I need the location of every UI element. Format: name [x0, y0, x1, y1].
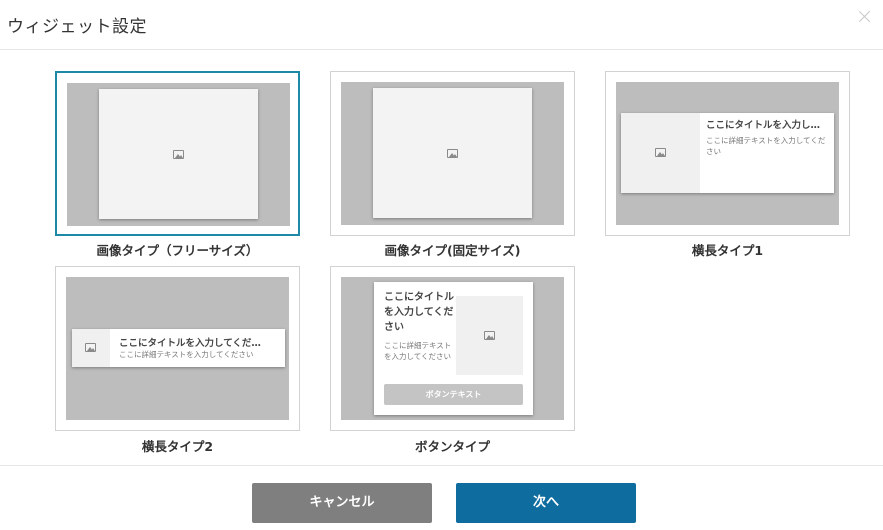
next-button[interactable]: 次へ [456, 483, 636, 523]
preview-thumbnail [621, 113, 700, 193]
preview-description: ここに詳細テキストを入力してください [384, 341, 452, 361]
preview-thumbnail [456, 296, 523, 375]
dialog-header: ウィジェット設定 [0, 0, 883, 50]
cancel-button[interactable]: キャンセル [252, 483, 432, 523]
preview-thumbnail [72, 329, 110, 367]
preview-title: ここにタイトルを入力し… [706, 120, 821, 131]
widget-option-horizontal-1[interactable]: ここにタイトルを入力し… ここに詳細テキストを入力してください [605, 71, 850, 236]
widget-option-image-fixed[interactable] [330, 71, 575, 236]
preview-description: ここに詳細テキストを入力してください [119, 350, 254, 359]
preview-image-panel [373, 88, 532, 218]
preview-title: ここにタイトルを入力してくだ… [119, 338, 261, 349]
preview-horizontal-panel: ここにタイトルを入力してくだ… ここに詳細テキストを入力してください [72, 329, 285, 367]
widget-preview [67, 83, 290, 226]
preview-image-panel [99, 89, 258, 219]
close-icon[interactable] [857, 9, 873, 25]
widget-option-image-free[interactable] [55, 71, 300, 236]
preview-button-panel: ここにタイトルを入力してください ここに詳細テキストを入力してください ボタンテ… [374, 282, 533, 415]
image-icon [484, 331, 495, 340]
image-icon [85, 343, 96, 352]
preview-description: ここに詳細テキストを入力してください [706, 136, 826, 156]
preview-cta-button: ボタンテキスト [384, 384, 523, 405]
widget-option-label: 横長タイプ2 [141, 439, 214, 454]
widget-option-label: 画像タイプ（フリーサイズ） [96, 243, 259, 258]
widget-option-label: ボタンタイプ [414, 439, 490, 454]
preview-horizontal-panel: ここにタイトルを入力し… ここに詳細テキストを入力してください [621, 113, 834, 193]
widget-option-button[interactable]: ここにタイトルを入力してください ここに詳細テキストを入力してください ボタンテ… [330, 266, 575, 431]
widget-option-label: 横長タイプ1 [691, 243, 764, 258]
dialog-footer: キャンセル 次へ [0, 465, 883, 530]
preview-title: ここにタイトルを入力してください [384, 292, 454, 333]
widget-preview [341, 82, 564, 225]
image-icon [447, 149, 458, 158]
widget-preview: ここにタイトルを入力してください ここに詳細テキストを入力してください ボタンテ… [341, 277, 564, 420]
image-icon [173, 150, 184, 159]
image-icon [655, 148, 666, 157]
widget-option-horizontal-2[interactable]: ここにタイトルを入力してくだ… ここに詳細テキストを入力してください [55, 266, 300, 431]
widget-preview: ここにタイトルを入力してくだ… ここに詳細テキストを入力してください [66, 277, 289, 420]
widget-settings-dialog: ウィジェット設定 画像タイプ（フリーサイズ） 画像タイプ(固定サイズ) ここにタ… [0, 0, 883, 530]
widget-preview: ここにタイトルを入力し… ここに詳細テキストを入力してください [616, 82, 839, 225]
widget-option-label: 画像タイプ(固定サイズ) [384, 243, 521, 258]
dialog-title: ウィジェット設定 [7, 17, 147, 37]
